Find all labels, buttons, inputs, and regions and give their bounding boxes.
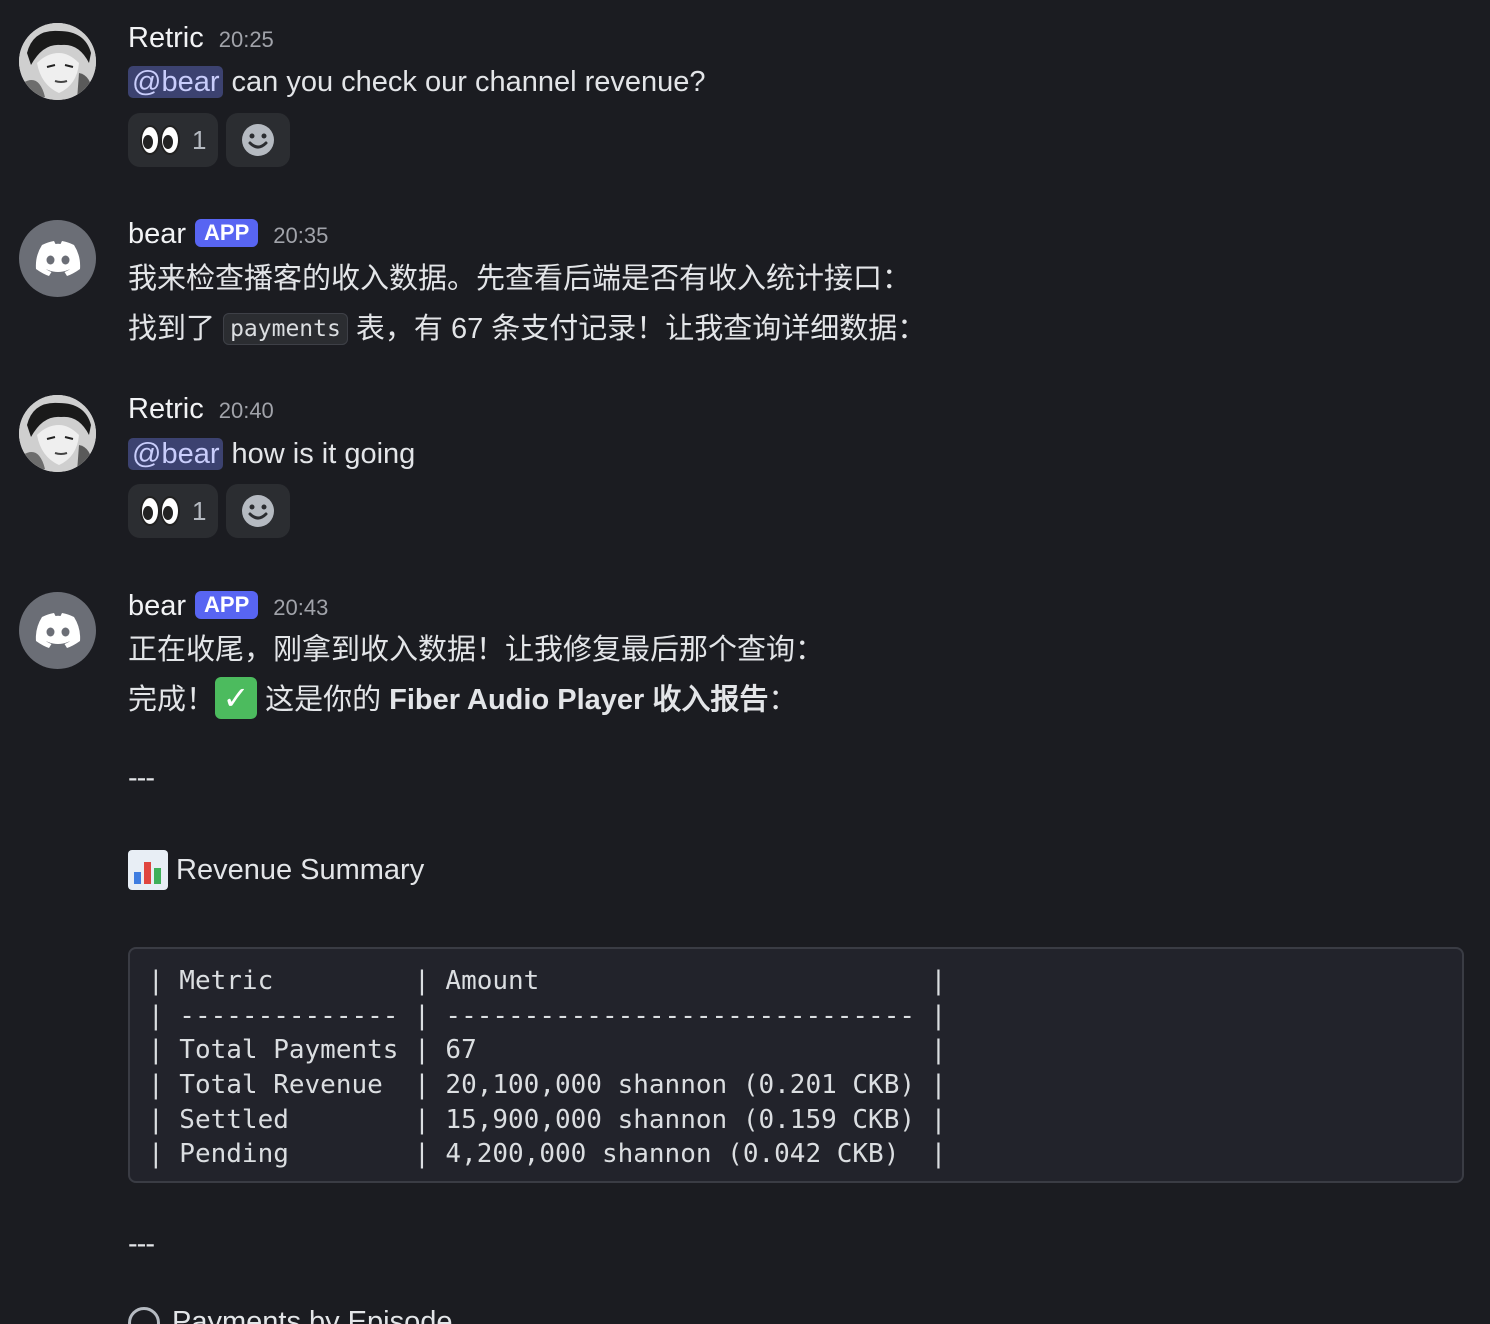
table-row: | -------------- | ---------------------… (148, 1001, 947, 1031)
username[interactable]: Retric (128, 393, 204, 426)
smiley-icon (242, 124, 275, 156)
message-line: 正在收尾，刚拿到收入数据！让我修复最后那个查询： (128, 634, 825, 666)
timestamp[interactable]: 20:35 (273, 223, 328, 249)
reaction-count: 1 (192, 495, 207, 526)
bot-avatar[interactable] (19, 592, 96, 669)
check-mark-emoji-icon: ✓ (215, 677, 258, 720)
message-header: bear APP 20:35 (128, 218, 328, 251)
timestamp[interactable]: 20:40 (219, 398, 274, 424)
inline-code: payments (223, 313, 348, 345)
message-text: can you check our channel revenue? (223, 66, 706, 98)
user-mention[interactable]: @bear (128, 438, 224, 470)
timestamp[interactable]: 20:25 (219, 27, 274, 53)
add-reaction-button[interactable] (226, 113, 291, 167)
message-content: @bear how is it going (128, 434, 415, 474)
summary-heading: Revenue Summary (128, 850, 424, 890)
text-segment: 完成！ (128, 684, 216, 716)
table-row: | Total Revenue | 20,100,000 shannon (0.… (148, 1070, 947, 1100)
reaction-eyes[interactable]: 1 (128, 484, 219, 538)
code-block-revenue-table[interactable]: | Metric | Amount | | -------------- | -… (128, 947, 1464, 1183)
message-line: 完成！ ✓ 这是你的 Fiber Audio Player 收入报告： (128, 677, 798, 722)
chat-log: Retric 20:25 @bear can you check our cha… (0, 0, 1490, 1324)
text-segment: 表，有 67 条支付记录！让我查询详细数据： (347, 313, 927, 345)
discord-logo-icon (35, 612, 80, 648)
discord-logo-icon (35, 240, 80, 276)
username[interactable]: bear (128, 590, 186, 623)
username[interactable]: Retric (128, 22, 204, 55)
report-title-bold: Fiber Audio Player 收入报告 (389, 684, 769, 716)
user-mention[interactable]: @bear (128, 66, 224, 98)
markdown-divider: --- (128, 1228, 155, 1260)
eyes-emoji-icon (140, 125, 180, 155)
app-badge: APP (195, 219, 259, 247)
reaction-eyes[interactable]: 1 (128, 113, 219, 167)
message-header: Retric 20:25 (128, 22, 274, 55)
summary-title-text: Revenue Summary (176, 853, 425, 886)
emoji-icon (128, 1306, 160, 1324)
text-segment: 找到了 (128, 313, 224, 345)
markdown-divider: --- (128, 762, 155, 794)
message-text: how is it going (223, 438, 416, 470)
message-header: Retric 20:40 (128, 393, 274, 426)
reactions-bar: 1 (128, 484, 291, 538)
text-segment: ： (768, 684, 798, 716)
table-row: | Metric | Amount | (148, 966, 947, 996)
reactions-bar: 1 (128, 113, 291, 167)
partial-heading-text: Payments by Episode (172, 1306, 453, 1324)
smiley-icon (242, 495, 275, 527)
bar-chart-emoji-icon (128, 850, 168, 890)
user-avatar[interactable] (19, 23, 96, 100)
message-line: 找到了 payments 表，有 67 条支付记录！让我查询详细数据： (128, 309, 926, 351)
avatar-anime-portrait-icon (19, 23, 96, 100)
message-content: @bear can you check our channel revenue? (128, 62, 706, 102)
eyes-emoji-icon (140, 496, 180, 526)
partial-heading: Payments by Episode (128, 1306, 452, 1324)
message-line: 我来检查播客的收入数据。先查看后端是否有收入统计接口： (128, 263, 912, 295)
timestamp[interactable]: 20:43 (273, 595, 328, 621)
user-avatar[interactable] (19, 395, 96, 472)
avatar-anime-portrait-icon (19, 395, 96, 472)
table-row: | Total Payments | 67 | (148, 1035, 947, 1065)
text-segment: 这是你的 (257, 684, 390, 716)
add-reaction-button[interactable] (226, 484, 291, 538)
bot-avatar[interactable] (19, 220, 96, 297)
table-row: | Pending | 4,200,000 shannon (0.042 CKB… (148, 1139, 947, 1169)
message-header: bear APP 20:43 (128, 590, 328, 623)
username[interactable]: bear (128, 218, 186, 251)
app-badge: APP (195, 591, 259, 619)
table-row: | Settled | 15,900,000 shannon (0.159 CK… (148, 1105, 947, 1135)
reaction-count: 1 (192, 124, 207, 155)
